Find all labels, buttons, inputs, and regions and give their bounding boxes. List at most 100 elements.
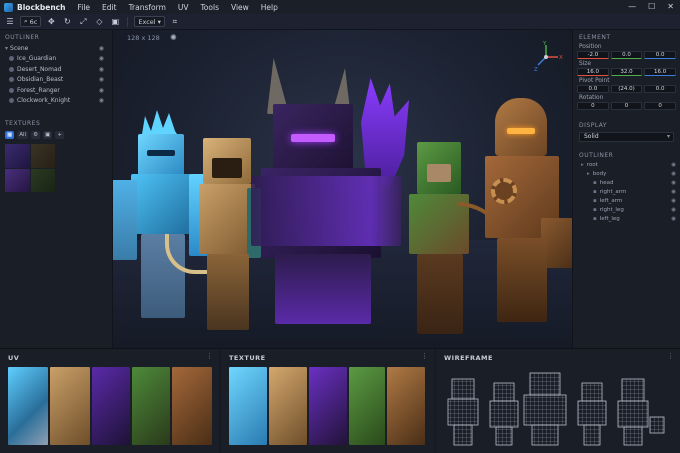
rotation-y-field[interactable]: 0 <box>610 102 643 110</box>
outliner-item-obsidian-beast[interactable]: Obsidian_Beast ◉ <box>0 75 112 86</box>
rotation-z-field[interactable]: 0 <box>644 102 677 110</box>
search-value: 6c <box>29 17 38 26</box>
panel-menu-icon[interactable]: ⋮ <box>667 352 674 360</box>
uv-sheet-bronze[interactable] <box>172 367 212 445</box>
uv-sheet-sand[interactable] <box>50 367 90 445</box>
bone-left-arm[interactable]: ▪ left_arm ◉ <box>573 196 680 205</box>
visibility-eye-icon[interactable]: ◉ <box>99 55 104 62</box>
bone-root[interactable]: ▸ root ◉ <box>573 160 680 169</box>
lighting-sun-icon[interactable]: ✺ <box>170 33 177 42</box>
texture-sheet-sand[interactable] <box>269 367 307 445</box>
bone-icon: ▪ <box>593 215 597 222</box>
close-icon[interactable]: ✕ <box>667 2 674 11</box>
bone-right-leg[interactable]: ▪ right_leg ◉ <box>573 205 680 214</box>
move-tool-icon[interactable]: ✥ <box>45 16 57 27</box>
outliner-item-forest-ranger[interactable]: Forest_Ranger ◉ <box>0 85 112 96</box>
bone-left-leg[interactable]: ▪ left_leg ◉ <box>573 214 680 223</box>
menu-edit[interactable]: Edit <box>102 3 117 12</box>
scale-tool-icon[interactable]: ⤢ <box>77 16 89 27</box>
texture-panel: TEXTURE ⋮ <box>221 349 434 453</box>
bone-label: right_arm <box>599 188 627 195</box>
element-heading: ELEMENT <box>579 34 611 41</box>
outliner-item-ice-guardian[interactable]: Ice_Guardian ◉ <box>0 54 112 65</box>
hamburger-menu-icon[interactable]: ☰ <box>4 16 16 27</box>
vertex-tool-icon[interactable]: ◇ <box>93 16 105 27</box>
menu-file[interactable]: File <box>77 3 90 12</box>
grid-tool-icon[interactable]: ⌗ <box>169 16 181 27</box>
model-clockwork-knight[interactable] <box>485 98 572 328</box>
pivot-z-field[interactable]: 0.0 <box>644 85 677 93</box>
position-fields: -2.0 0.0 0.0 <box>573 51 680 59</box>
texture-add-icon[interactable]: + <box>55 131 65 139</box>
texture-thumb[interactable] <box>30 168 55 192</box>
cube-tool-icon[interactable]: ▣ <box>109 16 121 27</box>
visibility-eye-icon[interactable]: ◉ <box>99 76 104 83</box>
panel-menu-icon[interactable]: ⋮ <box>421 352 428 360</box>
outliner-item-label: Forest_Ranger <box>17 86 60 94</box>
outliner-item-clockwork-knight[interactable]: Clockwork_Knight ◉ <box>0 96 112 107</box>
texture-image-icon[interactable]: ▣ <box>43 131 53 139</box>
texture-thumb[interactable] <box>5 144 30 168</box>
knight-head <box>495 98 547 156</box>
visibility-eye-icon[interactable]: ◉ <box>671 189 676 195</box>
size-x-field[interactable]: 16.0 <box>577 68 609 76</box>
menu-transform[interactable]: Transform <box>129 3 166 12</box>
minimize-icon[interactable]: — <box>628 2 636 11</box>
visibility-eye-icon[interactable]: ◉ <box>671 171 676 177</box>
visibility-eye-icon[interactable]: ◉ <box>671 162 676 168</box>
menu-tools[interactable]: Tools <box>201 3 219 12</box>
visibility-eye-icon[interactable]: ◉ <box>99 97 104 104</box>
axis-gizmo[interactable]: Y X Z <box>529 40 563 74</box>
uv-sheet-forest[interactable] <box>132 367 170 445</box>
texture-sheet-forest[interactable] <box>349 367 385 445</box>
size-fields: 16.0 32.0 16.0 <box>573 68 680 76</box>
texture-thumb[interactable] <box>30 144 55 168</box>
uv-sheet-obsidian[interactable] <box>92 367 130 445</box>
visibility-eye-icon[interactable]: ◉ <box>671 216 676 222</box>
menu-help[interactable]: Help <box>261 3 278 12</box>
texture-sheet-bronze[interactable] <box>387 367 425 445</box>
menu-view[interactable]: View <box>231 3 249 12</box>
display-mode-select[interactable]: Solid ▾ <box>579 132 674 142</box>
mode-select[interactable]: Excel ▾ <box>134 16 165 27</box>
position-y-field[interactable]: 0.0 <box>610 51 643 59</box>
visibility-eye-icon[interactable]: ◉ <box>99 66 104 73</box>
visibility-eye-icon[interactable]: ◉ <box>99 45 104 52</box>
tab-all[interactable]: All <box>17 131 29 139</box>
outliner-item-desert-nomad[interactable]: Desert_Nomad ◉ <box>0 64 112 75</box>
visibility-eye-icon[interactable]: ◉ <box>671 198 676 204</box>
outliner-root[interactable]: ▾ Scene ◉ <box>0 43 112 54</box>
bone-body[interactable]: ▸ body ◉ <box>573 169 680 178</box>
position-z-field[interactable]: 0.0 <box>644 51 677 59</box>
rotate-tool-icon[interactable]: ↻ <box>61 16 73 27</box>
visibility-eye-icon[interactable]: ◉ <box>99 87 104 94</box>
nomad-legs <box>207 254 249 330</box>
3d-viewport[interactable]: 128 x 128 ✺ Y X Z <box>113 30 572 348</box>
beast-legs <box>275 254 371 324</box>
uv-sheet-ice[interactable] <box>8 367 48 445</box>
texture-sheet-ice[interactable] <box>229 367 267 445</box>
wireframe-preview[interactable] <box>442 369 672 449</box>
visibility-eye-icon[interactable]: ◉ <box>671 180 676 186</box>
texture-sheet-obsidian[interactable] <box>309 367 347 445</box>
menu-uv[interactable]: UV <box>178 3 189 12</box>
panel-menu-icon[interactable]: ⋮ <box>206 352 213 360</box>
size-z-field[interactable]: 16.0 <box>644 68 677 76</box>
display-heading: DISPLAY <box>579 122 608 129</box>
pivot-y-field[interactable]: (24.0) <box>610 85 643 93</box>
texture-grid-icon[interactable]: ▦ <box>5 131 15 139</box>
texture-thumb[interactable] <box>5 168 30 192</box>
bone-label: head <box>599 179 614 186</box>
size-y-field[interactable]: 32.0 <box>610 68 643 76</box>
texture-settings-icon[interactable]: ⚙ <box>31 131 41 139</box>
maximize-icon[interactable]: ☐ <box>648 2 655 11</box>
rotation-x-field[interactable]: 0 <box>577 102 609 110</box>
wireframe-panel: WIREFRAME ⋮ <box>436 349 680 453</box>
visibility-eye-icon[interactable]: ◉ <box>671 207 676 213</box>
bone-head[interactable]: ▪ head ◉ <box>573 178 680 187</box>
position-x-field[interactable]: -2.0 <box>577 51 609 59</box>
search-box[interactable]: ⌕ 6c <box>20 16 42 27</box>
bone-icon: ▪ <box>593 206 597 213</box>
pivot-x-field[interactable]: 0.0 <box>577 85 609 93</box>
bone-right-arm[interactable]: ▪ right_arm ◉ <box>573 187 680 196</box>
